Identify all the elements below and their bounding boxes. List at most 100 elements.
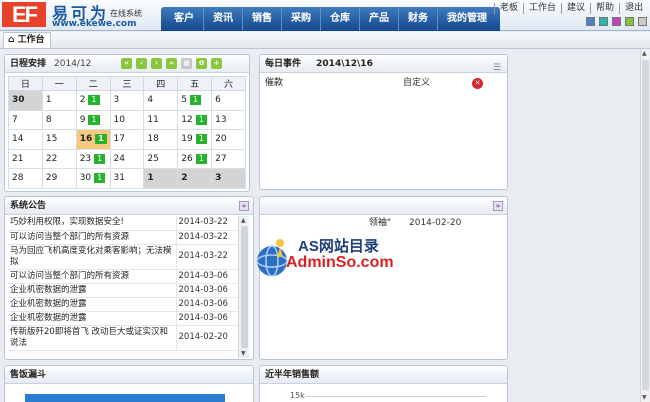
- scroll-thumb[interactable]: [241, 226, 248, 348]
- skin-swatch[interactable]: [625, 17, 634, 26]
- event-count-badge[interactable]: 1: [189, 95, 202, 106]
- tab-workbench[interactable]: ⌂ 工作台: [3, 32, 52, 48]
- calendar-day-cell[interactable]: 30 1: [75, 168, 111, 189]
- calendar-day-cell[interactable]: 2: [177, 168, 213, 189]
- calendar-day-cell[interactable]: 26 1: [177, 148, 213, 169]
- event-count-badge[interactable]: 1: [88, 114, 100, 125]
- next-year-icon[interactable]: »: [166, 58, 177, 69]
- scroll-down-icon[interactable]: ▼: [642, 394, 647, 401]
- more-icon[interactable]: »: [493, 201, 503, 211]
- calendar-day-cell[interactable]: 21: [8, 148, 43, 169]
- calendar-view-icon[interactable]: ▦: [181, 58, 192, 69]
- calendar-day-cell[interactable]: 12 1: [177, 109, 213, 130]
- calendar-day-cell[interactable]: 91: [75, 109, 111, 130]
- notice-row[interactable]: 企业机密数据的泄露 2014-03-06: [8, 283, 238, 298]
- notice-row[interactable]: 可以访问当整个部门的所有资源 2014-03-06: [8, 269, 238, 284]
- event-count-badge[interactable]: 1: [88, 95, 100, 106]
- nav-product[interactable]: 产品: [360, 7, 399, 31]
- calendar-day-cell[interactable]: 20: [211, 129, 246, 150]
- calendar-day-cell[interactable]: 6: [211, 90, 246, 111]
- skin-swatch[interactable]: [638, 17, 647, 26]
- nav-news[interactable]: 资讯: [204, 7, 243, 31]
- list-icon[interactable]: ☰: [493, 59, 501, 77]
- notice-row[interactable]: 巧妙利用权限，实现数据安全! 2014-03-22: [8, 216, 238, 231]
- notice-title[interactable]: 传新版歼20即将首飞 改动巨大或证实汉和说法: [8, 325, 176, 351]
- refresh-icon[interactable]: ✿: [196, 58, 207, 69]
- calendar-day-cell[interactable]: 23 1: [75, 148, 111, 169]
- scroll-down-icon[interactable]: ▼: [241, 350, 246, 357]
- add-schedule-icon[interactable]: +: [211, 58, 222, 69]
- notice-row[interactable]: 企业机密数据的泄露 2014-03-06: [8, 311, 238, 326]
- calendar-day-cell[interactable]: 4: [143, 90, 179, 111]
- notice-row[interactable]: 企业机密数据的泄露 2014-03-06: [8, 297, 238, 312]
- event-count-badge[interactable]: 1: [94, 173, 106, 184]
- link-boss[interactable]: 老板: [494, 3, 523, 14]
- notice-title[interactable]: 企业机密数据的泄露: [8, 311, 176, 326]
- event-count-badge[interactable]: 1: [195, 153, 207, 164]
- notice-row[interactable]: 可以访问当整个部门的所有资源 2014-03-22: [8, 230, 238, 245]
- link-suggest[interactable]: 建议: [561, 3, 590, 14]
- calendar-day-cell[interactable]: 3: [211, 168, 246, 189]
- skin-swatch[interactable]: [599, 17, 608, 26]
- calendar-day-cell[interactable]: 51: [177, 90, 213, 111]
- scroll-up-icon[interactable]: ▲: [642, 50, 647, 57]
- nav-purchase[interactable]: 采购: [282, 7, 321, 31]
- calendar-day-cell[interactable]: 22: [41, 148, 77, 169]
- notice-title[interactable]: 可以访问当整个部门的所有资源: [8, 230, 176, 245]
- more-icon[interactable]: »: [239, 201, 249, 211]
- calendar-day-cell[interactable]: 16 1: [75, 129, 111, 150]
- calendar-day-cell[interactable]: 13: [211, 109, 246, 130]
- calendar-day-cell[interactable]: 11: [143, 109, 179, 130]
- event-row[interactable]: 催款 自定义: [263, 77, 469, 90]
- calendar-day-cell[interactable]: 30: [8, 90, 43, 111]
- delete-icon[interactable]: ✕: [472, 78, 483, 89]
- calendar-day-cell[interactable]: 3: [109, 90, 145, 111]
- nav-sales[interactable]: 销售: [243, 7, 282, 31]
- notice-title[interactable]: 企业机密数据的泄露: [8, 283, 176, 298]
- notice-title[interactable]: 马为回应飞机高度变化对乘客影响；无法模拟: [8, 244, 176, 270]
- prev-month-icon[interactable]: ‹: [136, 58, 147, 69]
- skin-swatch[interactable]: [612, 17, 621, 26]
- nav-warehouse[interactable]: 仓库: [321, 7, 360, 31]
- calendar-day-cell[interactable]: 31: [109, 168, 145, 189]
- calendar-day-cell[interactable]: 17: [109, 129, 145, 150]
- link-help[interactable]: 帮助: [590, 3, 619, 14]
- notice-scrollbar[interactable]: ▲ ▼: [238, 216, 249, 358]
- event-count-badge[interactable]: 1: [95, 134, 107, 145]
- calendar-day-cell[interactable]: 7: [8, 109, 43, 130]
- calendar-day-cell[interactable]: 21: [75, 90, 111, 111]
- calendar-day-cell[interactable]: 24: [109, 148, 145, 169]
- calendar-day-cell[interactable]: 18: [143, 129, 179, 150]
- event-count-badge[interactable]: 1: [195, 114, 207, 125]
- page-scrollbar[interactable]: ▲ ▼: [640, 49, 650, 402]
- calendar-day-cell[interactable]: 1: [143, 168, 179, 189]
- calendar-day-cell[interactable]: 28: [8, 168, 43, 189]
- calendar-day-cell[interactable]: 25: [143, 148, 179, 169]
- next-month-icon[interactable]: ›: [151, 58, 162, 69]
- calendar-day-cell[interactable]: 29: [41, 168, 77, 189]
- event-count-badge[interactable]: 1: [94, 153, 106, 164]
- nav-customer[interactable]: 客户: [165, 7, 204, 31]
- notice-row[interactable]: 马为回应飞机高度变化对乘客影响；无法模拟 2014-03-22: [8, 244, 238, 270]
- scroll-up-icon[interactable]: ▲: [241, 217, 246, 224]
- nav-my-admin[interactable]: 我的管理: [438, 7, 496, 31]
- calendar-day-cell[interactable]: 19 1: [177, 129, 213, 150]
- calendar-day-cell[interactable]: 10: [109, 109, 145, 130]
- skin-swatch[interactable]: [586, 17, 595, 26]
- calendar-day-cell[interactable]: 15: [41, 129, 77, 150]
- link-workbench[interactable]: 工作台: [523, 3, 561, 14]
- notice-title[interactable]: 巧妙利用权限，实现数据安全!: [8, 216, 176, 231]
- link-logout[interactable]: 退出: [619, 3, 648, 14]
- page-scroll-thumb[interactable]: [642, 60, 649, 390]
- notice-title[interactable]: 企业机密数据的泄露: [8, 297, 176, 312]
- event-count-badge[interactable]: 1: [195, 134, 207, 145]
- notice-row[interactable]: 传新版歼20即将首飞 改动巨大或证实汉和说法 2014-02-20: [8, 325, 238, 351]
- calendar-day-cell[interactable]: 14: [8, 129, 43, 150]
- calendar-day-cell[interactable]: 27: [211, 148, 246, 169]
- notice-title[interactable]: 可以访问当整个部门的所有资源: [8, 269, 176, 284]
- middle-list-item[interactable]: 领袖" 2014-02-20: [263, 217, 501, 230]
- prev-year-icon[interactable]: «: [121, 58, 132, 69]
- calendar-day-cell[interactable]: 8: [41, 109, 77, 130]
- nav-finance[interactable]: 财务: [399, 7, 438, 31]
- calendar-day-cell[interactable]: 1: [41, 90, 77, 111]
